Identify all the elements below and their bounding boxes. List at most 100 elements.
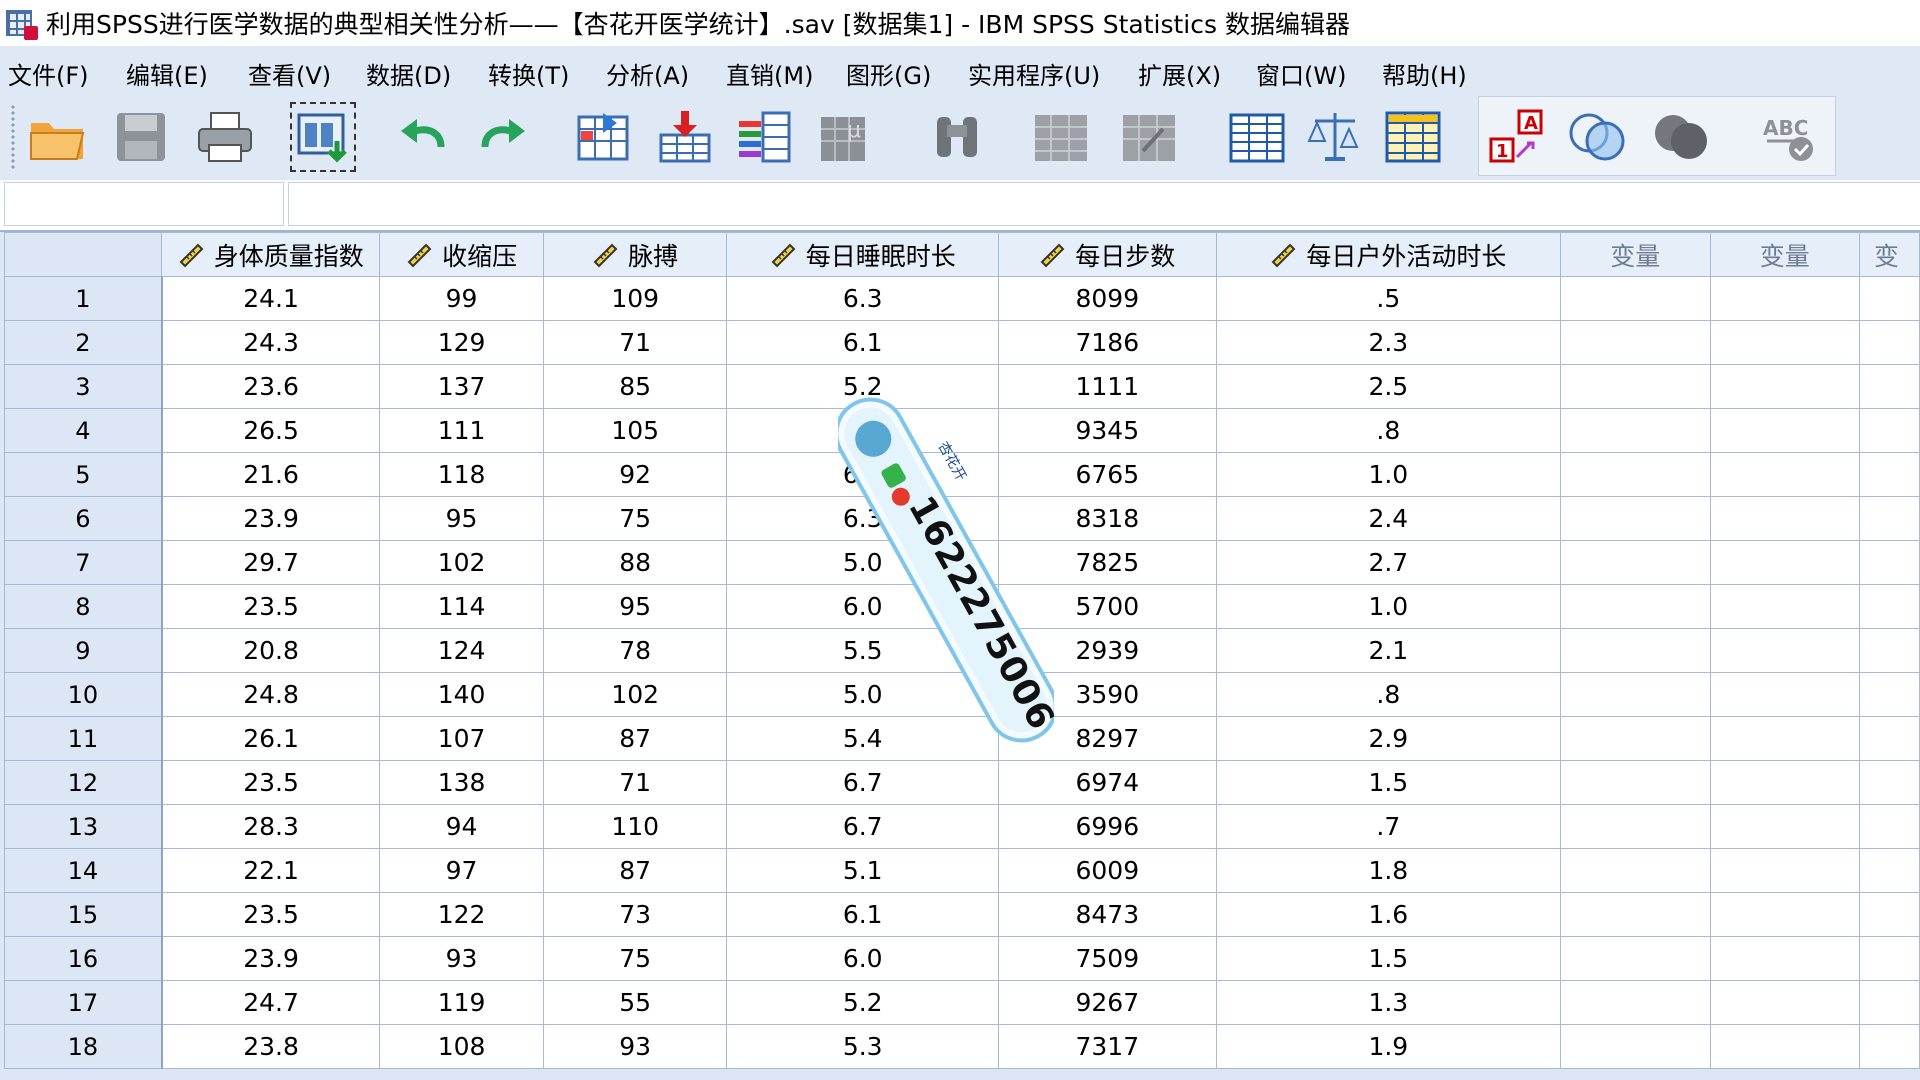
data-cell[interactable]: 23.6 xyxy=(161,364,381,409)
empty-cell[interactable] xyxy=(1859,980,1920,1025)
data-cell[interactable]: 23.5 xyxy=(161,760,381,805)
empty-cell[interactable] xyxy=(1859,276,1920,321)
data-cell[interactable]: .7 xyxy=(1215,804,1562,849)
select-cases-icon[interactable] xyxy=(1380,102,1446,172)
empty-cell[interactable] xyxy=(1709,936,1861,981)
value-labels-icon[interactable]: A1 xyxy=(1484,102,1550,172)
data-cell[interactable]: 95 xyxy=(379,496,544,541)
empty-cell[interactable] xyxy=(1859,848,1920,893)
data-cell[interactable]: 2.7 xyxy=(1215,540,1562,585)
empty-cell[interactable] xyxy=(1560,364,1711,409)
data-cell[interactable]: 71 xyxy=(542,760,728,805)
menu-edit[interactable]: 编辑(E) xyxy=(126,56,208,91)
data-cell[interactable]: 8473 xyxy=(998,892,1217,937)
row-header[interactable]: 9 xyxy=(3,628,163,673)
data-cell[interactable]: 6.7 xyxy=(726,452,999,497)
data-cell[interactable]: 124 xyxy=(379,628,544,673)
data-cell[interactable]: 5.1 xyxy=(726,848,999,893)
empty-cell[interactable] xyxy=(1859,320,1920,365)
empty-cell[interactable] xyxy=(1560,320,1711,365)
empty-cell[interactable] xyxy=(1709,540,1861,585)
data-cell[interactable]: 6.3 xyxy=(726,496,999,541)
data-cell[interactable]: 1.5 xyxy=(1215,936,1562,981)
data-cell[interactable]: 23.9 xyxy=(161,936,381,981)
menu-data[interactable]: 数据(D) xyxy=(366,56,451,91)
data-cell[interactable]: 105 xyxy=(542,408,728,453)
empty-cell[interactable] xyxy=(1560,496,1711,541)
data-cell[interactable]: 1.6 xyxy=(1215,892,1562,937)
menu-file[interactable]: 文件(F) xyxy=(8,56,89,91)
data-cell[interactable]: 118 xyxy=(379,452,544,497)
goto-variable-icon[interactable] xyxy=(652,102,718,172)
empty-cell[interactable] xyxy=(1859,452,1920,497)
data-cell[interactable]: 6.1 xyxy=(726,320,999,365)
empty-cell[interactable] xyxy=(1709,760,1861,805)
data-cell[interactable]: 6.7 xyxy=(726,804,999,849)
row-header[interactable]: 15 xyxy=(3,892,163,937)
data-cell[interactable]: 6.1 xyxy=(726,892,999,937)
empty-cell[interactable] xyxy=(1709,628,1861,673)
data-cell[interactable]: 92 xyxy=(542,452,728,497)
empty-cell[interactable] xyxy=(1859,584,1920,629)
data-cell[interactable]: 138 xyxy=(379,760,544,805)
select-all-corner[interactable] xyxy=(3,232,163,277)
menu-transform[interactable]: 转换(T) xyxy=(488,56,569,91)
empty-cell[interactable] xyxy=(1859,408,1920,453)
data-cell[interactable]: 114 xyxy=(379,584,544,629)
menu-analyze[interactable]: 分析(A) xyxy=(606,56,689,91)
empty-cell[interactable] xyxy=(1859,760,1920,805)
data-cell[interactable]: 140 xyxy=(379,672,544,717)
data-cell[interactable]: 73 xyxy=(542,892,728,937)
print-icon[interactable] xyxy=(192,102,258,172)
data-cell[interactable]: 1.3 xyxy=(1215,980,1562,1025)
insert-variable-icon[interactable] xyxy=(1116,102,1182,172)
empty-cell[interactable] xyxy=(1709,364,1861,409)
cell-value-field[interactable] xyxy=(288,182,1920,226)
data-cell[interactable]: 108 xyxy=(379,1024,544,1069)
empty-cell[interactable] xyxy=(1709,408,1861,453)
empty-cell[interactable] xyxy=(1560,584,1711,629)
data-cell[interactable]: 87 xyxy=(542,848,728,893)
data-cell[interactable]: 110 xyxy=(542,804,728,849)
spell-check-icon[interactable]: ABC xyxy=(1754,102,1820,172)
data-cell[interactable]: 26.5 xyxy=(161,408,381,453)
data-cell[interactable]: 23.5 xyxy=(161,584,381,629)
empty-cell[interactable] xyxy=(1709,672,1861,717)
data-cell[interactable]: 26.1 xyxy=(161,716,381,761)
data-cell[interactable]: 23.5 xyxy=(161,892,381,937)
data-cell[interactable]: 3590 xyxy=(998,672,1217,717)
row-header[interactable]: 5 xyxy=(3,452,163,497)
data-cell[interactable]: 119 xyxy=(379,980,544,1025)
data-cell[interactable]: 23.9 xyxy=(161,496,381,541)
menu-graphs[interactable]: 图形(G) xyxy=(846,56,931,91)
column-header-bmi[interactable]: 身体质量指数 xyxy=(161,232,381,277)
data-cell[interactable]: 2.9 xyxy=(1215,716,1562,761)
data-cell[interactable]: 22.1 xyxy=(161,848,381,893)
empty-cell[interactable] xyxy=(1709,804,1861,849)
empty-cell[interactable] xyxy=(1859,716,1920,761)
data-cell[interactable]: 8297 xyxy=(998,716,1217,761)
weight-cases-icon[interactable] xyxy=(1302,102,1368,172)
data-cell[interactable]: 99 xyxy=(379,276,544,321)
data-cell[interactable]: 9345 xyxy=(998,408,1217,453)
variables-icon[interactable] xyxy=(732,102,798,172)
data-cell[interactable]: 6.0 xyxy=(726,936,999,981)
data-cell[interactable]: 5.0 xyxy=(726,540,999,585)
data-cell[interactable]: 2.3 xyxy=(1215,320,1562,365)
data-cell[interactable]: 6996 xyxy=(998,804,1217,849)
data-cell[interactable]: 5.4 xyxy=(726,716,999,761)
empty-cell[interactable] xyxy=(1709,848,1861,893)
empty-cell[interactable] xyxy=(1560,408,1711,453)
data-cell[interactable]: 7825 xyxy=(998,540,1217,585)
data-cell[interactable]: 5.5 xyxy=(726,628,999,673)
empty-cell[interactable] xyxy=(1859,1024,1920,1069)
data-cell[interactable]: 107 xyxy=(379,716,544,761)
row-header[interactable]: 17 xyxy=(3,980,163,1025)
empty-cell[interactable] xyxy=(1560,936,1711,981)
data-cell[interactable]: 6009 xyxy=(998,848,1217,893)
data-cell[interactable]: 24.3 xyxy=(161,320,381,365)
menu-view[interactable]: 查看(V) xyxy=(248,56,331,91)
goto-case-icon[interactable] xyxy=(570,102,636,172)
data-cell[interactable]: 1.8 xyxy=(1215,848,1562,893)
column-header-empty[interactable]: 变量 xyxy=(1560,232,1711,277)
